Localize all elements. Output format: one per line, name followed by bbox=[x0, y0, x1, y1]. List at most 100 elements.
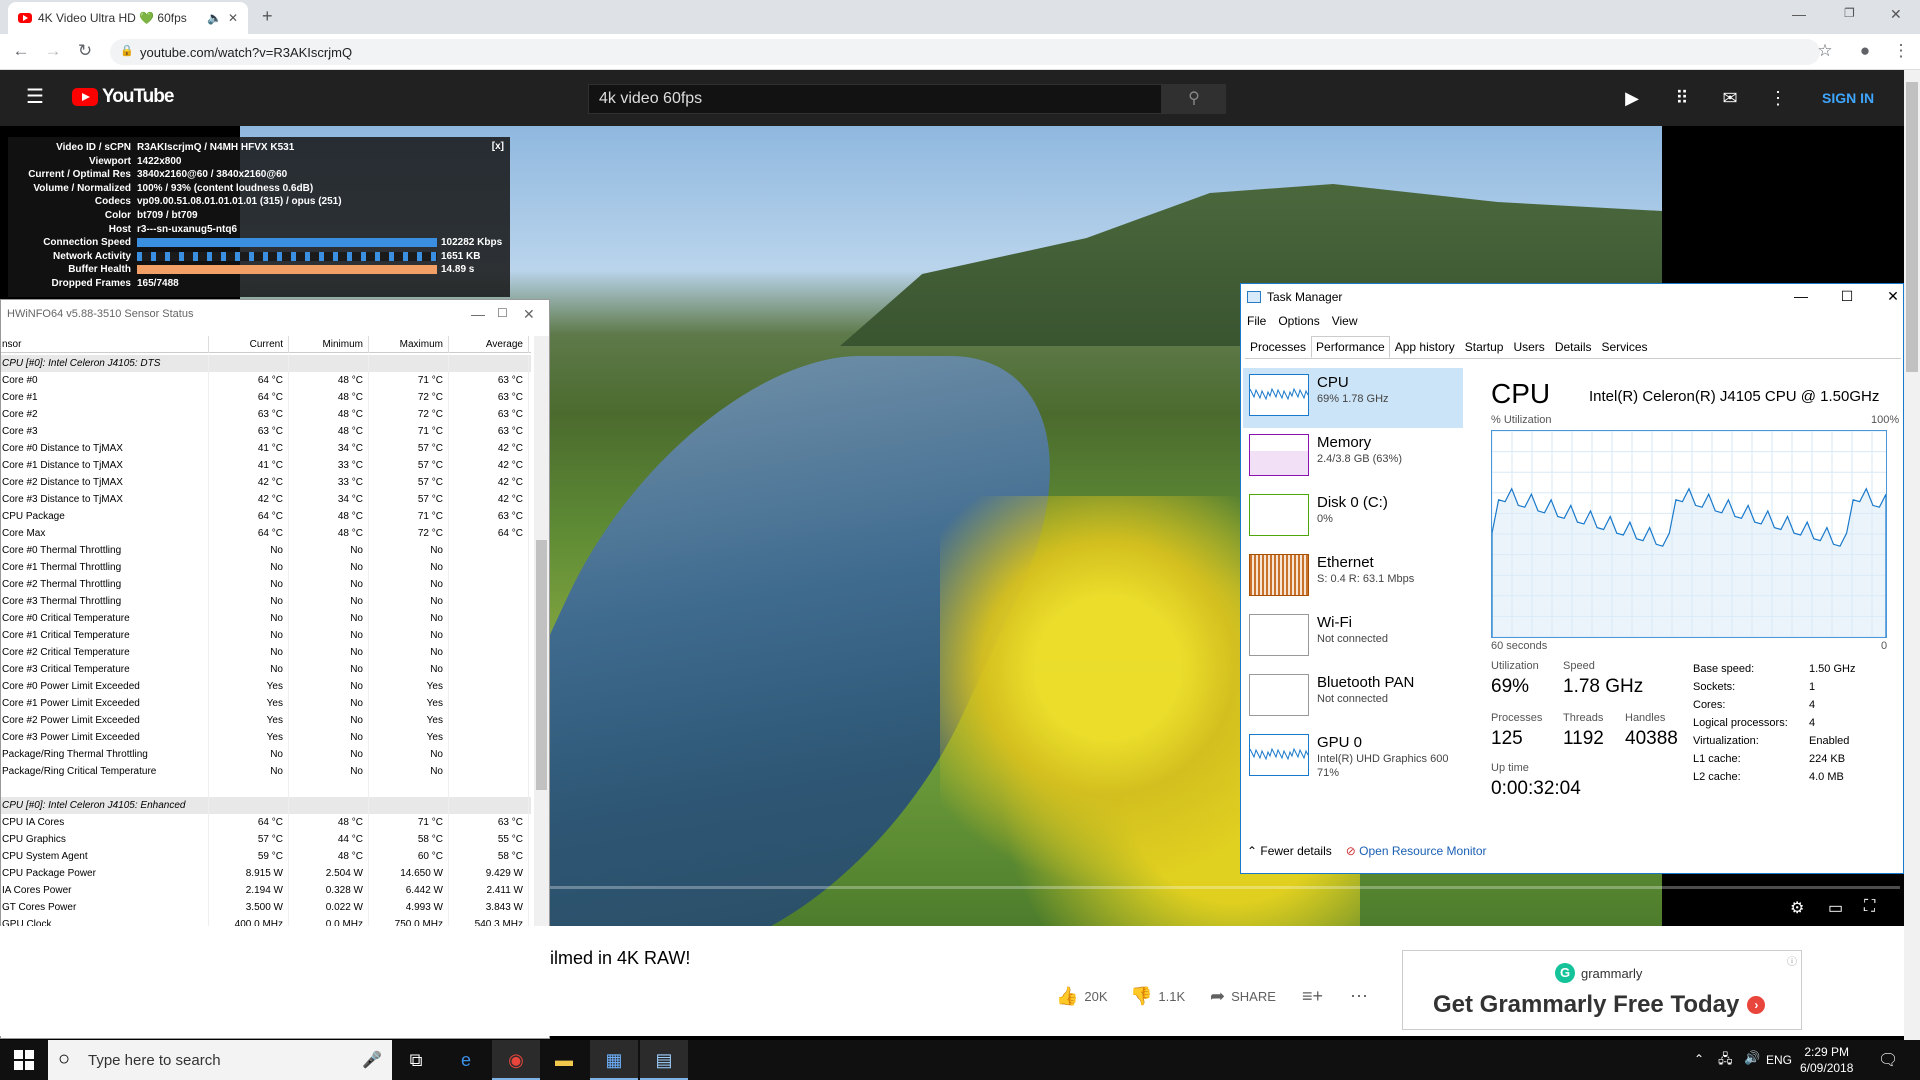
like-button[interactable]: 👍 20K bbox=[1056, 986, 1108, 1007]
resource-cpu[interactable]: CPU 69% 1.78 GHz bbox=[1243, 368, 1463, 428]
hwinfo-minimize-icon[interactable]: — bbox=[471, 306, 485, 322]
tab-performance[interactable]: Performance bbox=[1311, 336, 1390, 358]
hwinfo-sensor-row[interactable]: Core #0 Thermal Throttling No No No bbox=[1, 542, 531, 559]
hwinfo-sensor-row[interactable]: Core #1 Power Limit Exceeded Yes No Yes bbox=[1, 695, 531, 712]
hwinfo-scroll-thumb[interactable] bbox=[536, 540, 547, 790]
hwinfo-close-icon[interactable]: ✕ bbox=[523, 306, 535, 323]
close-window-icon[interactable]: ✕ bbox=[1890, 6, 1902, 23]
hwinfo-sensor-row[interactable]: Core #1 Critical Temperature No No No bbox=[1, 627, 531, 644]
notifications-icon[interactable]: 🗨 bbox=[1878, 1050, 1898, 1070]
hwinfo-sensor-row[interactable]: Core #3 Thermal Throttling No No No bbox=[1, 593, 531, 610]
hwinfo-sensor-row[interactable]: Core #2 Critical Temperature No No No bbox=[1, 644, 531, 661]
tray-chevron-icon[interactable]: ⌃ bbox=[1694, 1052, 1704, 1066]
hwinfo-sensor-row[interactable]: Core #2 Power Limit Exceeded Yes No Yes bbox=[1, 712, 531, 729]
file-explorer-icon[interactable]: ▬ bbox=[540, 1040, 588, 1080]
page-scroll-thumb[interactable] bbox=[1906, 82, 1918, 372]
hwinfo-sensor-row[interactable]: CPU Package Power 8.915 W 2.504 W 14.650 W9… bbox=[1, 865, 531, 882]
hwinfo-sensor-row[interactable]: Core #1 Thermal Throttling No No No bbox=[1, 559, 531, 576]
edge-browser-icon[interactable]: e bbox=[442, 1040, 490, 1080]
hwinfo-sensor-row[interactable]: GT Cores Power 3.500 W 0.022 W 4.993 W 3.843… bbox=[1, 899, 531, 916]
add-to-playlist-icon[interactable]: ≡+ bbox=[1302, 986, 1323, 1007]
dislike-button[interactable]: 👎 1.1K bbox=[1130, 986, 1185, 1007]
hwinfo-sensor-row[interactable]: IA Cores Power 2.194 W 0.328 W 6.442 W 2.411… bbox=[1, 882, 531, 899]
settings-dots-icon[interactable]: ⋮ bbox=[1766, 88, 1790, 109]
network-icon[interactable]: 🖧 bbox=[1718, 1050, 1733, 1072]
hwinfo-sensor-row[interactable]: Core #0 Critical Temperature No No No bbox=[1, 610, 531, 627]
hwinfo-group-row[interactable]: CPU [#0]: Intel Celeron J4105: Enhanced bbox=[1, 797, 531, 814]
hwinfo-column-header[interactable]: Maximum bbox=[369, 336, 449, 353]
bookmark-star-icon[interactable]: ☆ bbox=[1814, 41, 1836, 61]
more-actions-icon[interactable]: ⋯ bbox=[1350, 986, 1368, 1007]
tab-services[interactable]: Services bbox=[1597, 336, 1653, 358]
hwinfo-column-header[interactable]: Current bbox=[209, 336, 289, 353]
hwinfo-sensor-row[interactable]: Core #3 Distance to TjMAX 42 °C 34 °C 57 °C… bbox=[1, 491, 531, 508]
theater-mode-icon[interactable]: ▭ bbox=[1828, 898, 1843, 918]
hwinfo-column-header[interactable]: nsor bbox=[1, 336, 209, 353]
url-field[interactable]: 🔒 youtube.com/watch?v=R3AKIscrjmQ bbox=[110, 39, 1820, 65]
volume-icon[interactable]: 🔊 bbox=[1744, 1050, 1760, 1066]
hwinfo-sensor-row[interactable]: Package/Ring Thermal Throttling No No No bbox=[1, 746, 531, 763]
settings-gear-icon[interactable]: ⚙ bbox=[1790, 898, 1804, 918]
speaker-icon[interactable]: 🔈 bbox=[207, 11, 222, 25]
hwinfo-sensor-row[interactable]: Core #0 64 °C 48 °C 71 °C 63 °C bbox=[1, 372, 531, 389]
hwinfo-sensor-row[interactable]: Core Max 64 °C 48 °C 72 °C 64 °C bbox=[1, 525, 531, 542]
apps-grid-icon[interactable]: ⠿ bbox=[1670, 88, 1694, 109]
ad-info-icon[interactable]: ⓘ bbox=[1787, 953, 1797, 968]
grammarly-ad[interactable]: G grammarly ⓘ Get Grammarly Free Today › bbox=[1402, 950, 1802, 1030]
clock[interactable]: 2:29 PM 6/09/2018 bbox=[1800, 1044, 1853, 1076]
hwinfo-sensor-row[interactable]: Core #3 63 °C 48 °C 71 °C 63 °C bbox=[1, 423, 531, 440]
hwinfo-column-header[interactable]: Average bbox=[449, 336, 529, 353]
video-camera-icon[interactable]: ▶ bbox=[1620, 88, 1644, 109]
tab-close-icon[interactable]: ✕ bbox=[228, 11, 238, 25]
hwinfo-sensor-row[interactable]: CPU System Agent 59 °C 48 °C 60 °C 58 °C bbox=[1, 848, 531, 865]
hwinfo-sensor-row[interactable]: Package/Ring Critical Temperature No No No bbox=[1, 763, 531, 780]
fullscreen-icon[interactable]: ⛶ bbox=[1864, 898, 1875, 916]
hwinfo-group-row[interactable]: CPU [#0]: Intel Celeron J4105: DTS bbox=[1, 355, 531, 372]
hwinfo-column-header[interactable]: Minimum bbox=[289, 336, 369, 353]
hwinfo-sensor-row[interactable]: Core #2 63 °C 48 °C 72 °C 63 °C bbox=[1, 406, 531, 423]
tm-minimize-icon[interactable]: — bbox=[1786, 288, 1816, 304]
account-icon[interactable]: ● bbox=[1854, 41, 1876, 61]
task-manager-taskbar-icon[interactable]: ▤ bbox=[640, 1040, 688, 1080]
task-view-icon[interactable]: ⧉ bbox=[392, 1040, 440, 1080]
search-input[interactable]: 4k video 60fps bbox=[588, 84, 1162, 114]
tab-processes[interactable]: Processes bbox=[1245, 336, 1311, 358]
hwinfo-sensor-row[interactable]: CPU IA Cores 64 °C 48 °C 71 °C 63 °C bbox=[1, 814, 531, 831]
stats-close-button[interactable]: [x] bbox=[492, 141, 504, 152]
hwinfo-sensor-row[interactable]: Core #0 Power Limit Exceeded Yes No Yes bbox=[1, 678, 531, 695]
hwinfo-sensor-row[interactable]: CPU Package 64 °C 48 °C 71 °C 63 °C bbox=[1, 508, 531, 525]
hwinfo-sensor-row[interactable]: Core #3 Critical Temperature No No No bbox=[1, 661, 531, 678]
youtube-logo[interactable]: YouTube bbox=[72, 86, 174, 108]
hwinfo-sensor-row[interactable]: Core #1 Distance to TjMAX 41 °C 33 °C 57 °C… bbox=[1, 457, 531, 474]
hamburger-menu-icon[interactable]: ☰ bbox=[26, 84, 44, 109]
new-tab-icon[interactable]: + bbox=[262, 6, 273, 27]
tab-users[interactable]: Users bbox=[1508, 336, 1549, 358]
back-icon[interactable]: ← bbox=[10, 41, 32, 61]
share-button[interactable]: ➦ SHARE bbox=[1210, 986, 1276, 1007]
microphone-icon[interactable]: 🎤 bbox=[362, 1050, 382, 1070]
minimize-icon[interactable]: — bbox=[1792, 6, 1806, 22]
hwinfo-sensor-row[interactable] bbox=[1, 780, 531, 797]
resource-wi-fi[interactable]: Wi-Fi Not connected bbox=[1243, 608, 1463, 668]
resource-bluetooth-pan[interactable]: Bluetooth PAN Not connected bbox=[1243, 668, 1463, 728]
taskbar-search-box[interactable]: ○ Type here to search 🎤 bbox=[48, 1040, 392, 1080]
video-progress-bar[interactable] bbox=[550, 886, 1900, 889]
tab-details[interactable]: Details bbox=[1550, 336, 1597, 358]
chrome-browser-icon[interactable]: ◉ bbox=[492, 1040, 540, 1080]
browser-tab[interactable]: 4K Video Ultra HD 💚 60fps 🔈 ✕ bbox=[8, 2, 248, 34]
tm-menu-options[interactable]: Options bbox=[1278, 314, 1319, 328]
forward-icon[interactable]: → bbox=[42, 41, 64, 61]
hwinfo-sensor-row[interactable]: Core #0 Distance to TjMAX 41 °C 34 °C 57 °C… bbox=[1, 440, 531, 457]
fewer-details-button[interactable]: ⌃ Fewer details bbox=[1247, 844, 1332, 858]
hwinfo-taskbar-icon[interactable]: ▦ bbox=[590, 1040, 638, 1080]
tm-menu-view[interactable]: View bbox=[1332, 314, 1358, 328]
menu-dots-icon[interactable]: ⋮ bbox=[1890, 41, 1912, 61]
resource-disk-0-c[interactable]: Disk 0 (C:) 0% bbox=[1243, 488, 1463, 548]
sign-in-button[interactable]: SIGN IN bbox=[1822, 90, 1874, 106]
hwinfo-sensor-row[interactable]: Core #1 64 °C 48 °C 72 °C 63 °C bbox=[1, 389, 531, 406]
hwinfo-sensor-row[interactable]: Core #3 Power Limit Exceeded Yes No Yes bbox=[1, 729, 531, 746]
hwinfo-maximize-icon[interactable]: ☐ bbox=[497, 306, 508, 320]
tab-startup[interactable]: Startup bbox=[1460, 336, 1509, 358]
hwinfo-sensor-row[interactable]: CPU Graphics 57 °C 44 °C 58 °C 55 °C bbox=[1, 831, 531, 848]
language-indicator[interactable]: ENG bbox=[1766, 1053, 1792, 1067]
